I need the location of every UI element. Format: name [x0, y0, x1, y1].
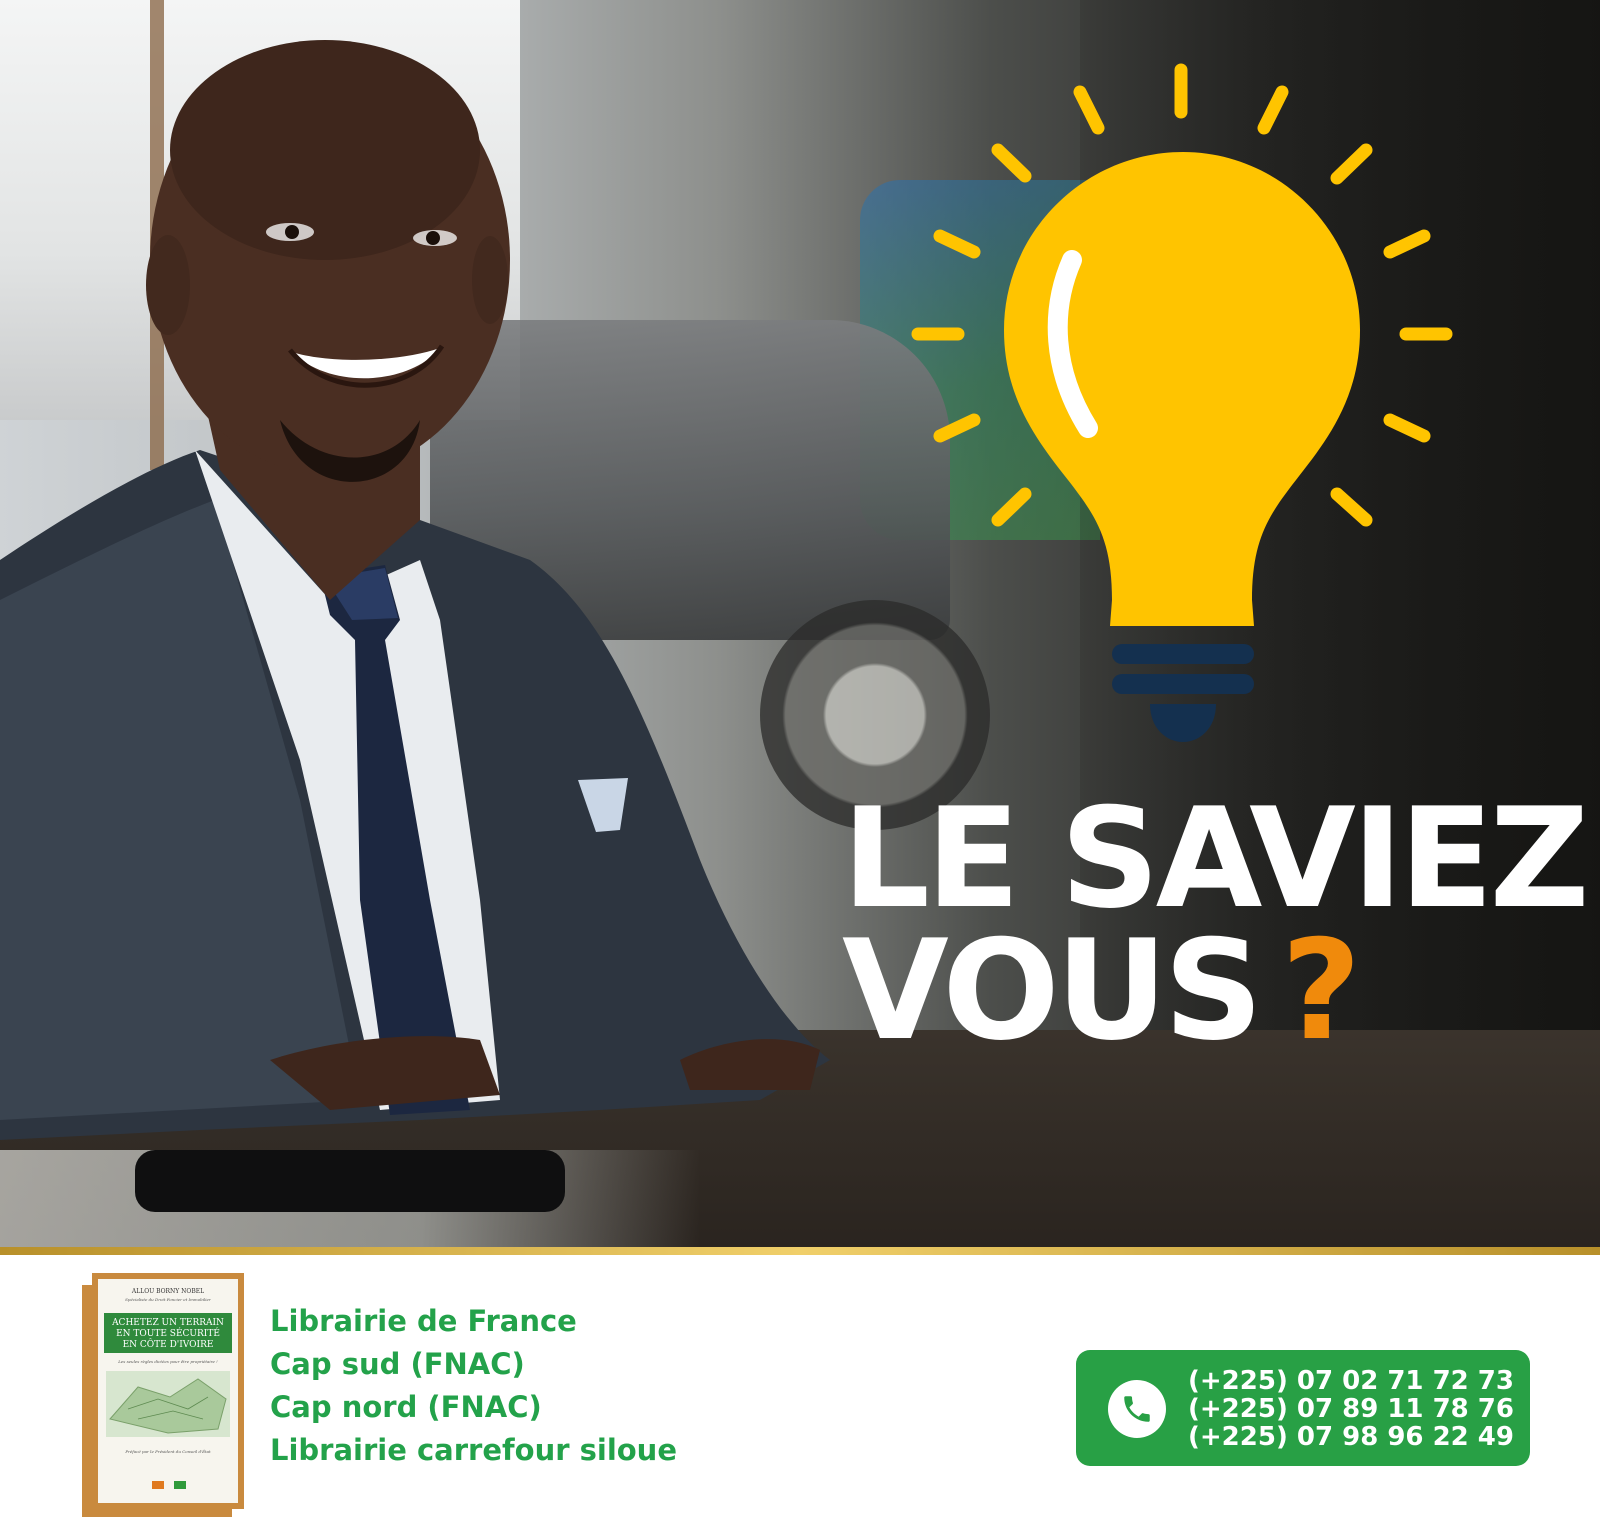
hero-photo: LE SAVIEZ VOUS?	[0, 0, 1600, 1250]
store-list: Librairie de France Cap sud (FNAC) Cap n…	[270, 1300, 677, 1472]
headline-line-2: VOUS?	[842, 922, 1542, 1060]
phone-number[interactable]: (+225) 07 98 96 22 49	[1188, 1423, 1514, 1451]
book-preface: Préfacé par le Président du Conseil d'Ét…	[124, 1449, 211, 1454]
book-title-line-1: ACHETEZ UN TERRAIN	[111, 1318, 224, 1328]
contact-box[interactable]: (+225) 07 02 71 72 73 (+225) 07 89 11 78…	[1076, 1350, 1530, 1466]
headline: LE SAVIEZ VOUS?	[842, 778, 1590, 1060]
store-item: Librairie de France	[270, 1304, 577, 1338]
smartphone-on-desk	[135, 1150, 565, 1212]
book-author-subtitle: Spécialiste du Droit Foncier et Immobili…	[125, 1297, 212, 1302]
phone-number[interactable]: (+225) 07 89 11 78 76	[1188, 1395, 1514, 1423]
headline-vous: VOUS	[842, 910, 1263, 1071]
store-item: Cap nord (FNAC)	[270, 1390, 542, 1424]
lightbulb-icon	[911, 63, 1453, 742]
headline-line-1: LE SAVIEZ	[842, 778, 1590, 939]
store-item: Cap sud (FNAC)	[270, 1347, 525, 1381]
store-item: Librairie carrefour siloue	[270, 1433, 677, 1467]
book-tagline: Les seules règles dictées pour être prop…	[117, 1359, 218, 1364]
book-title-line-3: EN CÔTE D'IVOIRE	[123, 1338, 214, 1350]
phone-number[interactable]: (+225) 07 02 71 72 73	[1188, 1367, 1514, 1395]
phone-numbers: (+225) 07 02 71 72 73 (+225) 07 89 11 78…	[1188, 1367, 1514, 1451]
gold-divider	[0, 1247, 1600, 1255]
book-title-line-2: EN TOUTE SÉCURITÉ	[116, 1327, 220, 1339]
question-mark: ?	[1281, 910, 1361, 1071]
phone-icon	[1108, 1380, 1166, 1438]
book-cover-image: ALLOU BORNY NOBEL Spécialiste du Droit F…	[82, 1273, 244, 1517]
businessman-photo	[0, 40, 830, 1140]
footer: ALLOU BORNY NOBEL Spécialiste du Droit F…	[0, 1255, 1600, 1533]
book-author: ALLOU BORNY NOBEL	[131, 1288, 204, 1295]
